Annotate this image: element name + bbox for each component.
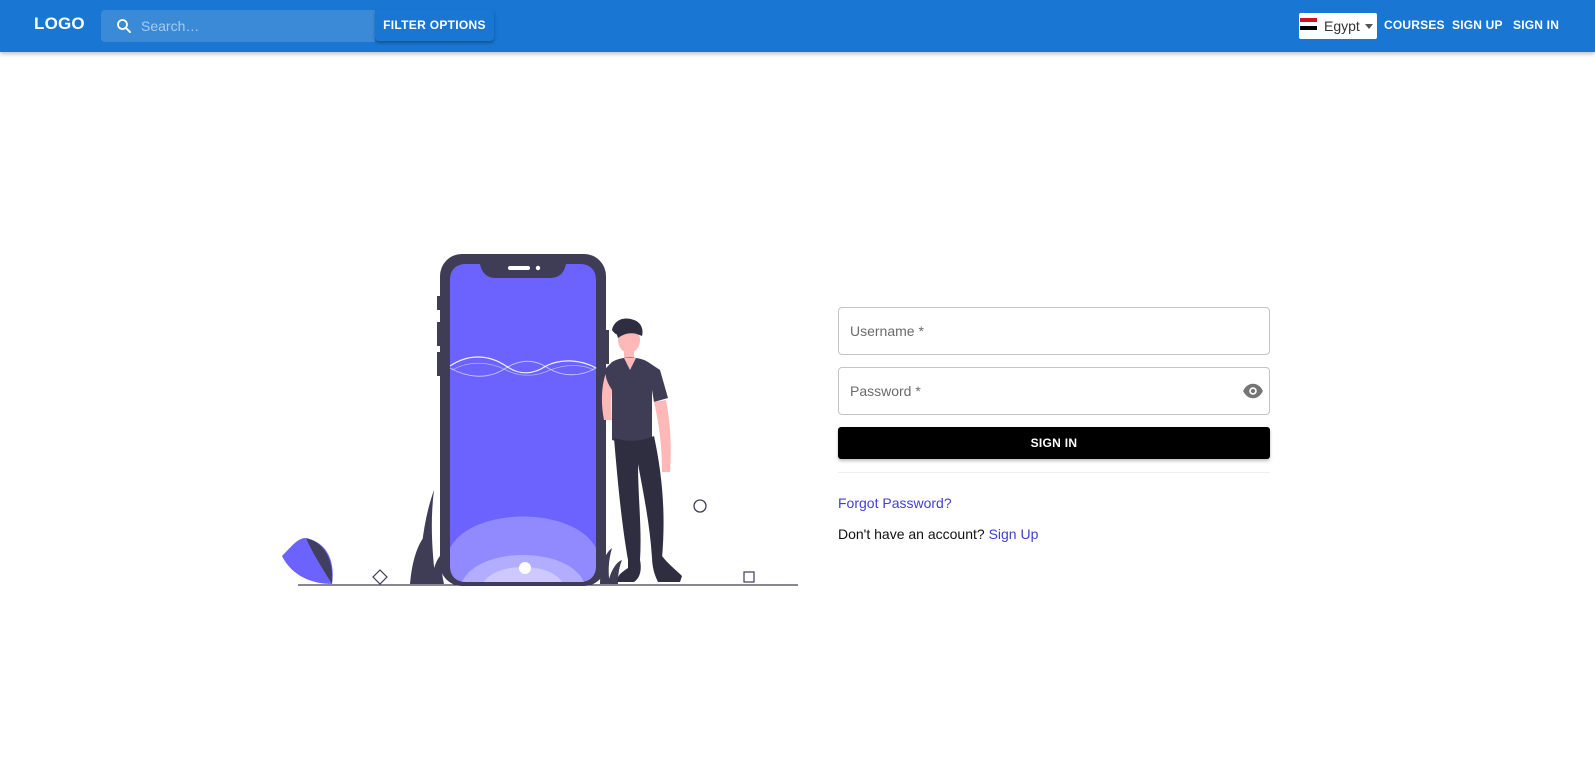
egypt-flag-icon	[1300, 18, 1317, 30]
username-field[interactable]	[838, 307, 1270, 355]
eye-icon[interactable]	[1242, 382, 1264, 400]
signup-prompt: Don't have an account? Sign Up	[838, 526, 1038, 542]
forgot-password-link[interactable]: Forgot Password?	[838, 495, 952, 511]
chevron-down-icon	[1365, 24, 1373, 29]
sign-up-link[interactable]: Sign Up	[989, 526, 1039, 542]
username-input[interactable]	[850, 308, 1210, 354]
logo[interactable]: LOGO	[34, 14, 85, 34]
no-account-text: Don't have an account?	[838, 526, 985, 542]
password-input[interactable]	[850, 368, 1210, 414]
search-box[interactable]	[101, 10, 375, 42]
nav-sign-up[interactable]: SIGN UP	[1452, 18, 1503, 32]
nav-sign-in[interactable]: SIGN IN	[1513, 18, 1559, 32]
sign-in-button[interactable]: SIGN IN	[838, 427, 1270, 459]
app-bar: LOGO FILTER OPTIONS Egypt COURSES SIGN U…	[0, 0, 1595, 52]
country-select[interactable]: Egypt	[1299, 13, 1377, 39]
country-label: Egypt	[1324, 18, 1360, 34]
divider	[838, 472, 1270, 473]
search-icon	[117, 19, 131, 33]
search-input[interactable]	[141, 10, 367, 42]
password-field[interactable]	[838, 367, 1270, 415]
nav-courses[interactable]: COURSES	[1384, 18, 1445, 32]
login-illustration	[282, 254, 798, 586]
filter-options-button[interactable]: FILTER OPTIONS	[375, 9, 494, 41]
